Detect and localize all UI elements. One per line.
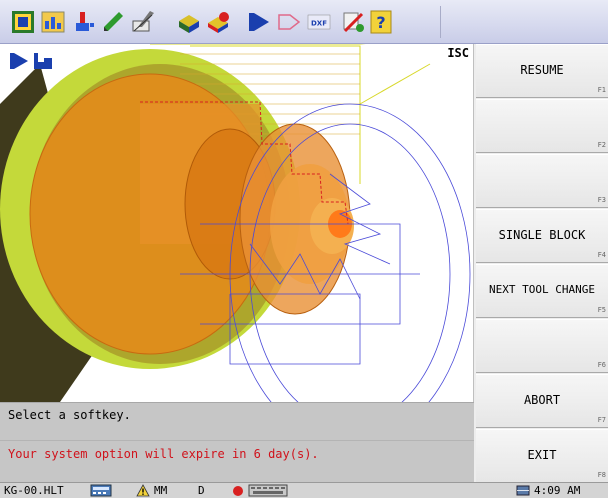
softkey-3[interactable]: F3 xyxy=(476,154,608,208)
status-time: 4:09 AM xyxy=(534,484,581,497)
graphics-icon[interactable] xyxy=(40,9,66,35)
keyboard-icon[interactable] xyxy=(248,484,288,498)
warning-icon xyxy=(136,484,150,498)
softkey-resume[interactable]: RESUME F1 xyxy=(476,44,608,98)
help-icon[interactable]: ? xyxy=(368,9,394,35)
view-label: ISC xyxy=(447,46,469,60)
softkey-2[interactable]: F2 xyxy=(476,99,608,153)
tool-icon[interactable] xyxy=(70,9,96,35)
softkey-abort[interactable]: ABORT F7 xyxy=(476,374,608,428)
solid-model-icon[interactable] xyxy=(176,9,202,35)
view-profile-icon[interactable] xyxy=(32,50,54,72)
toolbar-separator xyxy=(440,6,441,38)
status-filename: KG-00.HLT xyxy=(4,484,64,497)
view-mode-icons xyxy=(8,50,54,72)
softkey-next-tool-change[interactable]: NEXT TOOL CHANGE F5 xyxy=(476,264,608,318)
softkey-6[interactable]: F6 xyxy=(476,319,608,373)
softkey-single-block[interactable]: SINGLE BLOCK F4 xyxy=(476,209,608,263)
toolbar: DXF ? xyxy=(0,0,608,44)
prompt-area: Select a softkey. xyxy=(0,402,474,440)
view-play-icon[interactable] xyxy=(8,50,30,72)
play-icon[interactable] xyxy=(246,9,272,35)
lathe-simulation xyxy=(0,44,471,402)
dxf-icon[interactable]: DXF xyxy=(306,9,332,35)
softkey-panel: RESUME F1 F2 F3 SINGLE BLOCK F4 NEXT TOO… xyxy=(474,44,608,483)
config-icon[interactable] xyxy=(340,9,366,35)
record-icon xyxy=(232,484,244,498)
arrow-outline-icon[interactable] xyxy=(276,9,302,35)
svg-text:?: ? xyxy=(376,13,385,32)
svg-text:DXF: DXF xyxy=(311,20,327,28)
status-units: MM xyxy=(154,484,168,497)
network-icon xyxy=(516,484,530,498)
warning-text: Your system option will expire in 6 day(… xyxy=(8,447,319,461)
program-icon[interactable] xyxy=(10,9,36,35)
part-icon[interactable] xyxy=(206,9,232,35)
prompt-text: Select a softkey. xyxy=(8,408,131,422)
status-bar: KG-00.HLT MM D 4:09 AM xyxy=(0,482,608,498)
pencil-icon[interactable] xyxy=(100,9,126,35)
status-mode: D xyxy=(198,484,205,497)
warning-area: Your system option will expire in 6 day(… xyxy=(0,440,474,482)
softkey-exit[interactable]: EXIT F8 xyxy=(476,429,608,483)
calculator-icon[interactable] xyxy=(90,484,112,498)
edit-icon[interactable] xyxy=(130,9,156,35)
graphics-view[interactable]: ISC xyxy=(0,44,474,402)
